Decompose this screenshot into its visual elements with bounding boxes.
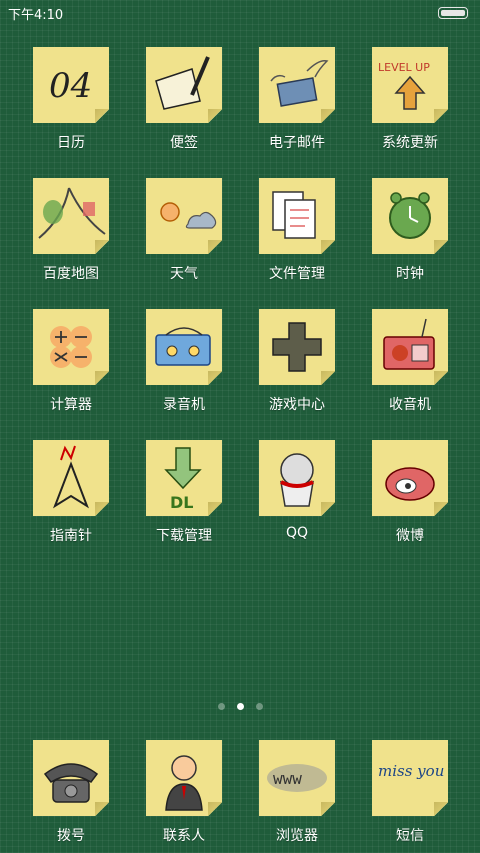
weather-icon: [146, 178, 222, 254]
app-email[interactable]: 电子邮件: [242, 47, 352, 167]
page-dot[interactable]: [217, 702, 225, 710]
app-calculator[interactable]: 计算器: [16, 309, 126, 429]
app-system-update[interactable]: LEVEL UP 系统更新: [355, 47, 465, 167]
page-indicator[interactable]: [0, 700, 480, 712]
app-label: 浏览器: [276, 828, 318, 844]
app-label: 百度地图: [43, 266, 99, 282]
app-label: 天气: [170, 266, 198, 282]
dock-messages[interactable]: miss you 短信: [355, 740, 465, 853]
app-map[interactable]: 百度地图: [16, 178, 126, 298]
compass-icon: [33, 440, 109, 516]
recorder-icon: [146, 309, 222, 385]
app-label: 电子邮件: [269, 135, 325, 151]
app-label: 微博: [396, 528, 424, 544]
app-notepad[interactable]: 便签: [129, 47, 239, 167]
app-radio[interactable]: 收音机: [355, 309, 465, 429]
page-dot-active[interactable]: [236, 702, 244, 710]
svg-text:DL: DL: [170, 493, 193, 512]
messages-icon: miss you: [372, 740, 448, 816]
app-label: 下载管理: [156, 528, 212, 544]
download-icon: DL: [146, 440, 222, 516]
map-icon: [33, 178, 109, 254]
game-center-icon: [259, 309, 335, 385]
app-weather[interactable]: 天气: [129, 178, 239, 298]
app-label: 短信: [396, 828, 424, 844]
contacts-icon: [146, 740, 222, 816]
dock-phone[interactable]: 拨号: [16, 740, 126, 853]
app-label: 联系人: [163, 828, 205, 844]
browser-icon: www: [259, 740, 335, 816]
system-update-icon: LEVEL UP: [372, 47, 448, 123]
dock-browser[interactable]: www 浏览器: [242, 740, 352, 853]
app-label: 便签: [170, 135, 198, 151]
app-label: QQ: [285, 525, 309, 541]
svg-text:04: 04: [49, 66, 92, 106]
status-time: 下午4:10: [8, 7, 64, 23]
email-icon: [259, 47, 335, 123]
weibo-icon: [372, 440, 448, 516]
notepad-icon: [146, 47, 222, 123]
radio-icon: [372, 309, 448, 385]
app-label: 系统更新: [382, 135, 438, 151]
app-clock[interactable]: 时钟: [355, 178, 465, 298]
svg-text:miss you: miss you: [378, 762, 444, 780]
qq-icon: [259, 440, 335, 516]
app-recorder[interactable]: 录音机: [129, 309, 239, 429]
app-calendar[interactable]: 04 日历: [16, 47, 126, 167]
app-qq[interactable]: QQ: [242, 440, 352, 560]
app-label: 时钟: [396, 266, 424, 282]
app-label: 拨号: [57, 828, 85, 844]
svg-text:www: www: [273, 769, 302, 788]
calculator-icon: [33, 309, 109, 385]
battery-icon: [438, 7, 468, 19]
dock-contacts[interactable]: 联系人: [129, 740, 239, 853]
app-label: 录音机: [163, 397, 205, 413]
svg-text:LEVEL UP: LEVEL UP: [378, 61, 430, 74]
app-file-manager[interactable]: 文件管理: [242, 178, 352, 298]
app-label: 指南针: [50, 528, 92, 544]
status-bar: 下午4:10: [0, 0, 480, 26]
app-label: 文件管理: [269, 266, 325, 282]
app-label: 收音机: [389, 397, 431, 413]
phone-icon: [33, 740, 109, 816]
clock-icon: [372, 178, 448, 254]
app-weibo[interactable]: 微博: [355, 440, 465, 560]
app-compass[interactable]: 指南针: [16, 440, 126, 560]
calendar-icon: 04: [33, 47, 109, 123]
page-dot[interactable]: [255, 702, 263, 710]
app-label: 日历: [57, 135, 85, 151]
app-label: 计算器: [50, 397, 92, 413]
app-game-center[interactable]: 游戏中心: [242, 309, 352, 429]
file-manager-icon: [259, 178, 335, 254]
app-label: 游戏中心: [269, 397, 325, 413]
app-download[interactable]: DL 下载管理: [129, 440, 239, 560]
